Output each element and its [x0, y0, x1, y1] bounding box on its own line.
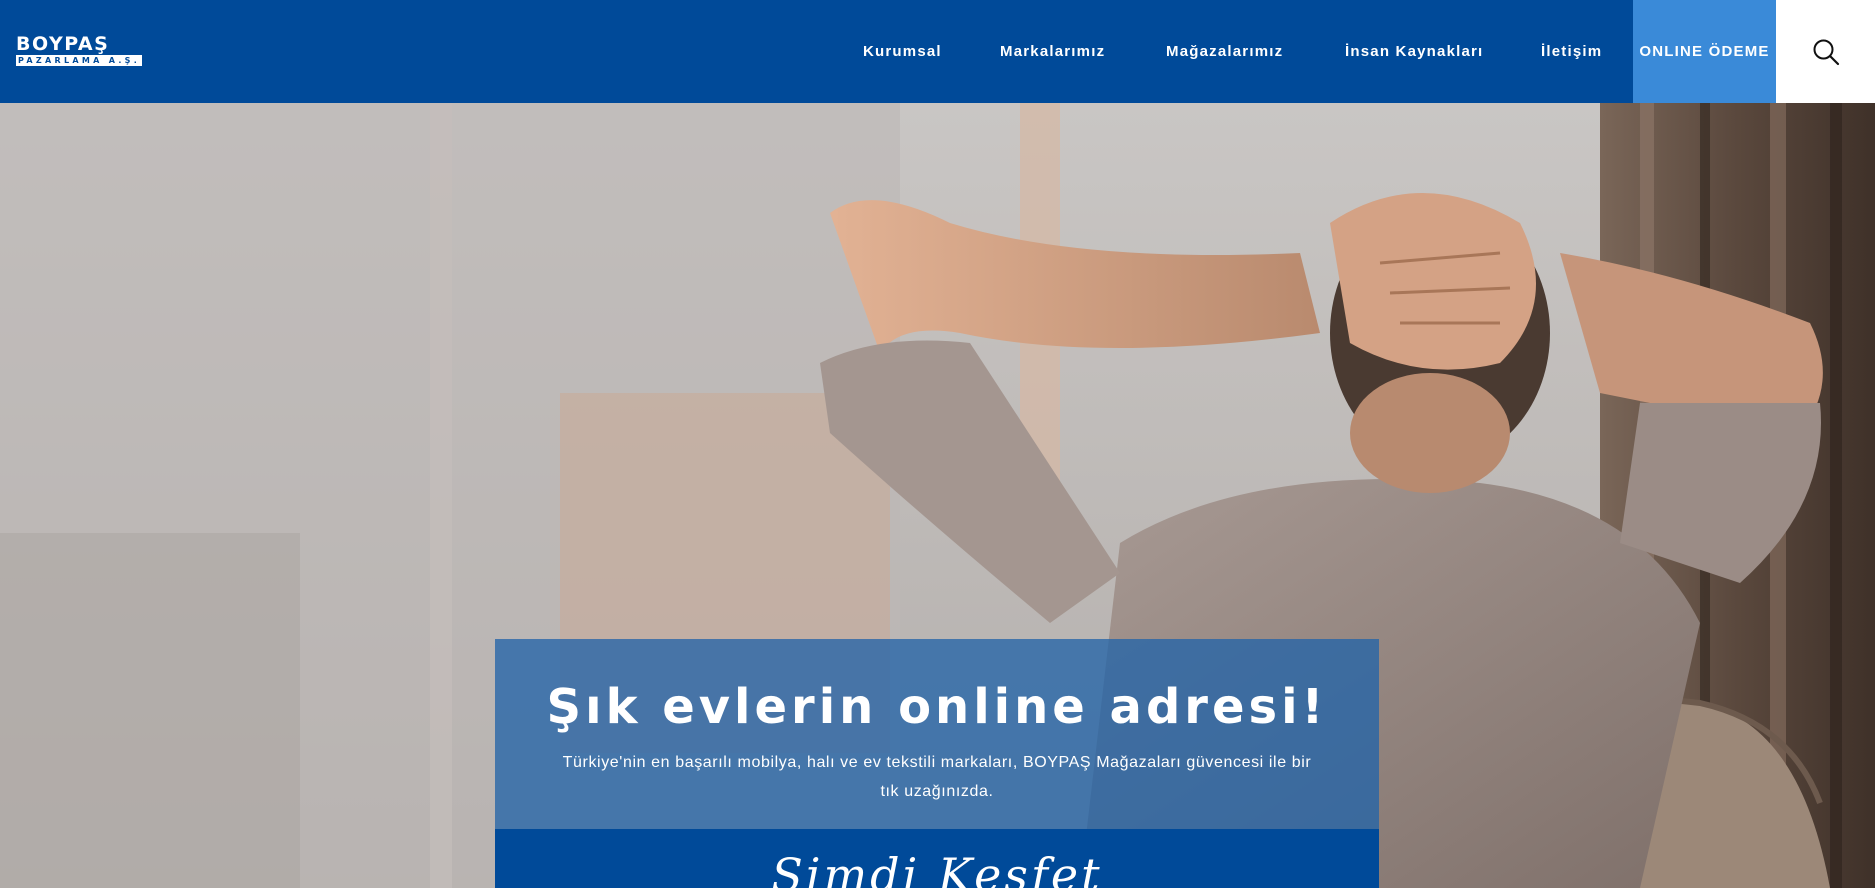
nav-item-iletisim[interactable]: İletişim	[1541, 0, 1602, 103]
hero-section: Şık evlerin online adresi! Türkiye'nin e…	[0, 103, 1875, 888]
nav-item-kurumsal[interactable]: Kurumsal	[863, 0, 942, 103]
brand-name: BOYPAŞ	[16, 33, 110, 55]
nav-item-magazalarimiz[interactable]: Mağazalarımız	[1166, 0, 1283, 103]
search-icon	[1813, 39, 1839, 65]
discover-now-label: Şimdi Keşfet	[771, 848, 1103, 888]
brand-logo[interactable]: BOYPAŞ PAZARLAMA A.Ş.	[16, 34, 154, 68]
nav-item-markalarimiz[interactable]: Markalarımız	[1000, 0, 1105, 103]
online-payment-button[interactable]: ONLINE ÖDEME	[1633, 0, 1776, 103]
site-header: BOYPAŞ PAZARLAMA A.Ş. Kurumsal Markaları…	[0, 0, 1875, 103]
brand-subtitle: PAZARLAMA A.Ş.	[16, 55, 143, 66]
promo-panel: Şık evlerin online adresi! Türkiye'nin e…	[495, 639, 1379, 829]
nav-item-insan-kaynaklari[interactable]: İnsan Kaynakları	[1345, 0, 1483, 103]
discover-now-button[interactable]: Şimdi Keşfet	[495, 829, 1379, 888]
hero-title: Şık evlerin online adresi!	[546, 679, 1328, 735]
search-button[interactable]	[1776, 0, 1875, 103]
hero-description: Türkiye'nin en başarılı mobilya, halı ve…	[562, 754, 1312, 800]
